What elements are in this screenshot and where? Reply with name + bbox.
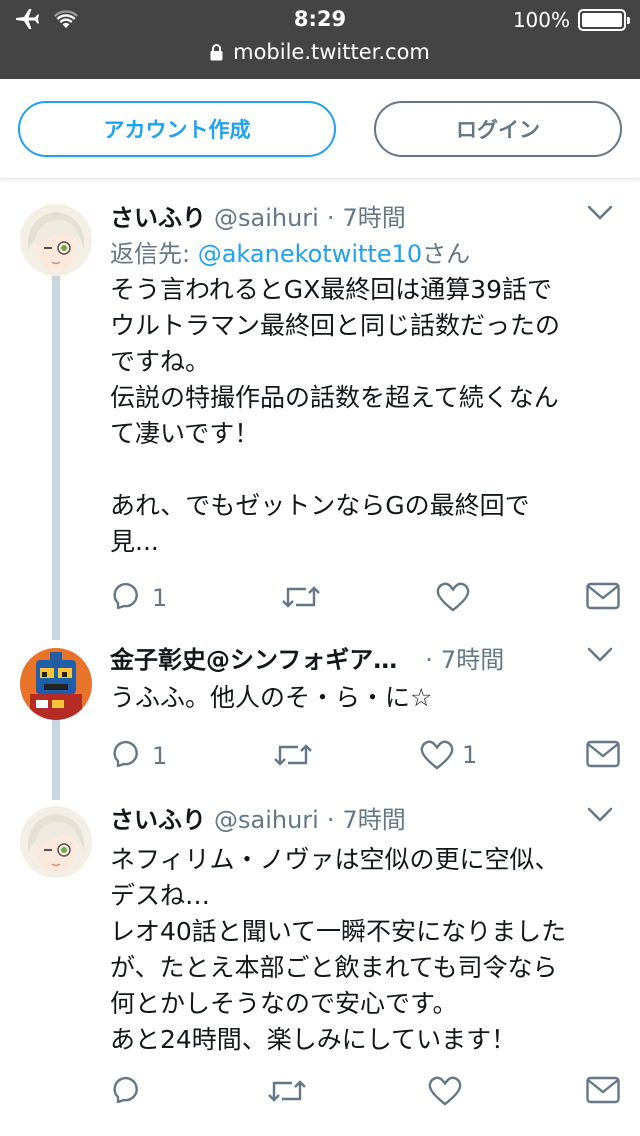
battery-icon <box>578 9 630 31</box>
tweet-header: さいふり @saihuri · 7時間 <box>110 800 626 836</box>
display-name[interactable]: さいふり <box>110 800 206 835</box>
tweet-text: ネフィリム・ノヴァは空似の更に空似、 デスね… レオ40話と聞いて一瞬不安になり… <box>110 845 567 1054</box>
avatar-image <box>20 806 92 878</box>
tweet-header: さいふり @saihuri · 7時間 <box>110 198 626 234</box>
heart-icon <box>436 582 470 612</box>
battery-percent: 100% <box>512 8 570 32</box>
separator-dot: · <box>326 806 335 834</box>
reply-prefix: 返信先: <box>110 240 198 268</box>
tweet-text: うふふ。他人のそ・ら・に☆ <box>110 683 433 712</box>
chevron-down-icon[interactable] <box>586 806 614 824</box>
lock-icon <box>210 43 223 60</box>
display-name[interactable]: 金子彰史@シンフォギア… <box>110 640 397 675</box>
share-button[interactable] <box>586 740 620 768</box>
retweet-icon <box>274 744 312 766</box>
timestamp[interactable]: 7時間 <box>342 800 405 835</box>
url-text: mobile.twitter.com <box>233 40 430 64</box>
heart-icon <box>420 740 454 770</box>
username[interactable]: @saihuri <box>214 204 319 232</box>
retweet-button[interactable] <box>274 740 320 770</box>
tweet-actions: 1 <box>110 582 630 622</box>
tweet[interactable]: さいふり @saihuri · 7時間 ネフィリム・ノヴァは空似の更に空似、 デ… <box>0 800 640 1136</box>
display-name[interactable]: さいふり <box>110 198 206 233</box>
separator-dot: · <box>425 646 433 674</box>
reply-to: 返信先: @akanekotwitte10さん <box>110 238 626 270</box>
tweet-actions: 1 1 <box>110 740 630 780</box>
like-button[interactable] <box>428 1076 470 1106</box>
username[interactable]: @saihuri <box>214 806 319 834</box>
envelope-icon <box>586 1076 620 1104</box>
avatar[interactable] <box>20 204 92 276</box>
chevron-down-icon[interactable] <box>586 646 614 664</box>
browser-top-bar: 8:29 100% mobile.twitter.com <box>0 0 640 79</box>
timestamp[interactable]: 7時間 <box>342 198 405 233</box>
reply-button[interactable]: 1 <box>110 740 167 772</box>
tweet-text: そう言われるとGX最終回は通算39話で ウルトラマン最終回と同じ話数だったの で… <box>110 275 561 556</box>
tweet-header: 金子彰史@シンフォギア… · 7時間 <box>110 640 626 676</box>
login-button[interactable]: ログイン <box>374 101 622 157</box>
avatar-image <box>20 648 92 720</box>
avatar[interactable] <box>20 806 92 878</box>
retweet-button[interactable] <box>268 1076 314 1106</box>
reply-count: 1 <box>152 584 168 612</box>
reply-icon <box>113 1076 138 1104</box>
reply-button[interactable]: 1 <box>110 582 167 614</box>
separator-dot: · <box>326 204 335 232</box>
retweet-icon <box>282 586 320 608</box>
avatar-image <box>20 204 92 276</box>
reply-mention[interactable]: @akanekotwitte10 <box>198 240 422 268</box>
envelope-icon <box>586 740 620 768</box>
reply-suffix: さん <box>422 240 471 268</box>
battery-level <box>582 13 622 27</box>
tweet[interactable]: 金子彰史@シンフォギア… · 7時間 うふふ。他人のそ・ら・に☆ 1 1 <box>0 640 640 790</box>
status-right: 100% <box>512 8 630 32</box>
tweet[interactable]: さいふり @saihuri · 7時間 返信先: @akanekotwitte1… <box>0 198 640 638</box>
reply-icon <box>113 740 138 768</box>
retweet-icon <box>268 1080 306 1102</box>
retweet-button[interactable] <box>282 582 328 612</box>
avatar[interactable] <box>20 648 92 720</box>
create-account-button[interactable]: アカウント作成 <box>18 101 336 157</box>
signup-header: アカウント作成 ログイン <box>0 79 640 179</box>
timestamp[interactable]: 7時間 <box>441 640 504 675</box>
address-bar[interactable]: mobile.twitter.com <box>0 40 640 64</box>
share-button[interactable] <box>586 582 620 610</box>
like-button[interactable] <box>436 582 478 612</box>
heart-icon <box>428 1076 462 1106</box>
like-button[interactable]: 1 <box>420 740 477 770</box>
share-button[interactable] <box>586 1076 620 1104</box>
tweet-actions <box>110 1076 630 1116</box>
chevron-down-icon[interactable] <box>586 204 614 222</box>
reply-button[interactable] <box>110 1076 152 1108</box>
reply-icon <box>113 582 138 610</box>
envelope-icon <box>586 582 620 610</box>
like-count: 1 <box>462 741 478 769</box>
reply-count: 1 <box>152 742 168 770</box>
